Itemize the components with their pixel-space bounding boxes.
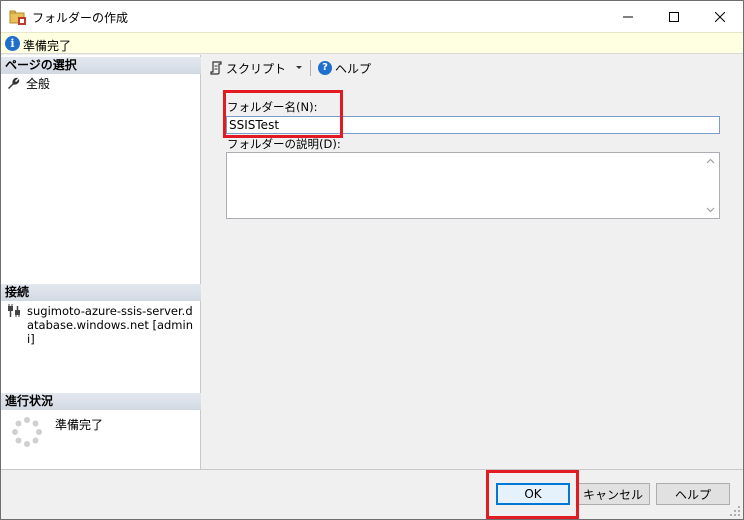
maximize-button[interactable] xyxy=(651,1,697,32)
progress-text: 準備完了 xyxy=(55,418,104,432)
help-icon: ? xyxy=(318,61,333,75)
chevron-down-icon[interactable] xyxy=(295,64,303,72)
script-icon xyxy=(210,61,222,75)
close-icon xyxy=(715,11,725,22)
connection-text: sugimoto-azure-ssis-server.database.wind… xyxy=(27,304,193,346)
connection-info: sugimoto-azure-ssis-server.database.wind… xyxy=(7,304,197,346)
help-button[interactable]: ヘルプ xyxy=(656,483,730,505)
toolbar-separator xyxy=(310,60,312,76)
highlight-box-ok xyxy=(486,470,579,519)
close-button[interactable] xyxy=(697,1,743,32)
window-title: フォルダーの作成 xyxy=(32,11,129,25)
status-bar: i 準備完了 xyxy=(1,32,743,54)
connection-header: 接続 xyxy=(1,284,201,301)
info-icon: i xyxy=(5,36,20,51)
title-bar: フォルダーの作成 xyxy=(1,1,743,32)
highlight-box-name xyxy=(223,90,343,138)
toolbar-help-button[interactable]: ? ヘルプ xyxy=(315,58,374,79)
description-scrollbar[interactable] xyxy=(702,153,719,218)
page-item-general[interactable]: 全般 xyxy=(7,75,50,92)
script-label: スクリプト xyxy=(226,61,287,76)
button-bar: OK キャンセル ヘルプ xyxy=(1,469,743,519)
dialog-window: フォルダーの作成 i 準備完了 ページの選択 全般 接続 sugimoto-az… xyxy=(0,0,744,520)
spinner-icon xyxy=(12,417,42,447)
wrench-icon xyxy=(8,77,20,89)
cancel-button[interactable]: キャンセル xyxy=(576,483,650,505)
scroll-up-icon[interactable] xyxy=(706,157,715,166)
connection-icon xyxy=(8,304,20,317)
toolbar: スクリプト ? ヘルプ xyxy=(202,55,743,81)
minimize-icon xyxy=(623,16,633,17)
progress-info: 準備完了 xyxy=(11,416,103,448)
folder-description-label: フォルダーの説明(D): xyxy=(227,137,341,151)
status-text: 準備完了 xyxy=(23,39,72,53)
page-select-header: ページの選択 xyxy=(1,57,201,74)
folder-description-input[interactable] xyxy=(226,152,720,219)
toolbar-help-label: ヘルプ xyxy=(335,61,372,76)
progress-header: 進行状況 xyxy=(1,393,201,410)
scroll-down-icon[interactable] xyxy=(706,205,715,214)
left-pane: ページの選択 全般 接続 sugimoto-azure-ssis-server.… xyxy=(1,55,201,469)
maximize-icon xyxy=(669,11,679,22)
script-button[interactable]: スクリプト xyxy=(206,58,306,79)
page-item-label: 全般 xyxy=(26,77,51,91)
resize-grip-icon[interactable] xyxy=(729,505,741,517)
folder-icon xyxy=(9,8,27,26)
right-pane: スクリプト ? ヘルプ フォルダー名(N): SSISTest フォルダーの説明… xyxy=(202,55,743,469)
minimize-button[interactable] xyxy=(605,1,651,32)
